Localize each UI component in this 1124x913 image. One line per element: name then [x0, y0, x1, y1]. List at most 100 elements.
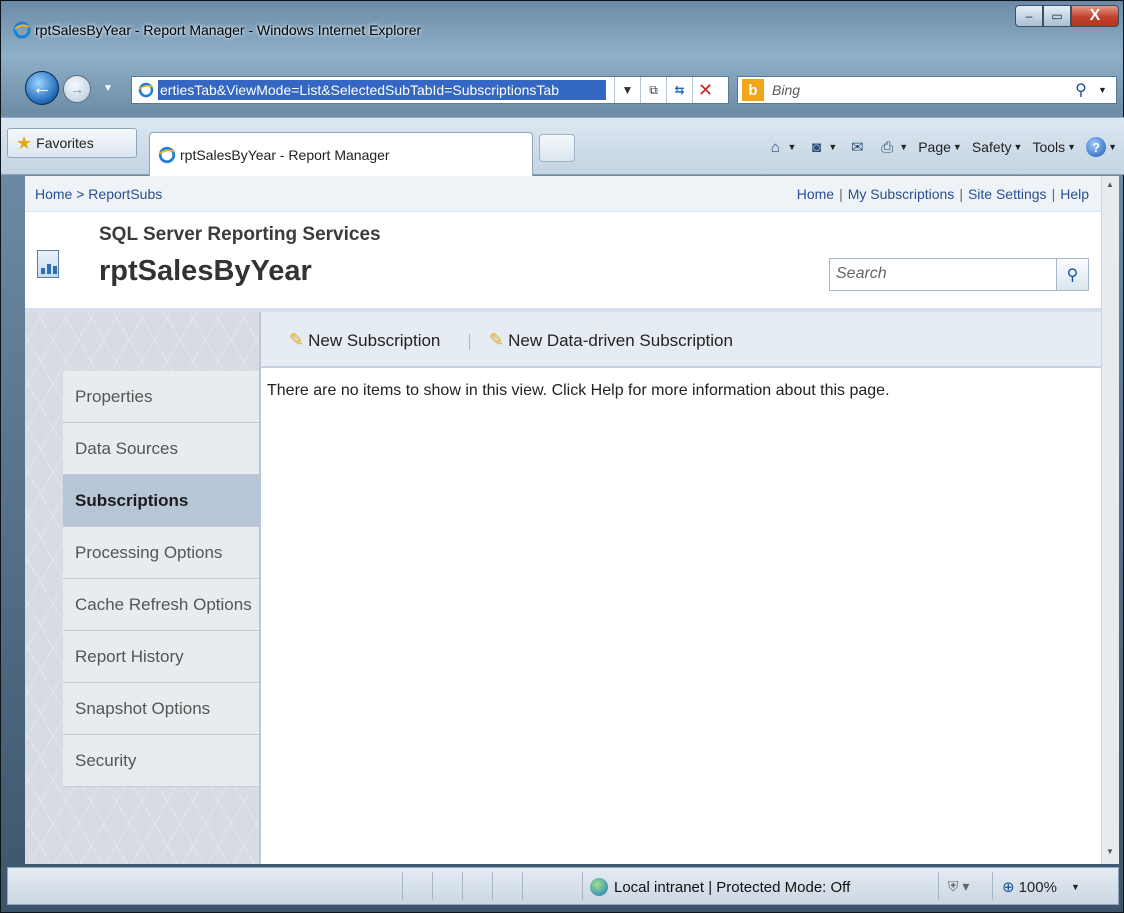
empty-view-message: There are no items to show in this view.…	[267, 382, 890, 399]
nav-item-cache-refresh-options[interactable]: Cache Refresh Options	[63, 579, 259, 631]
zoom-control[interactable]: ⊕ 100% ▼	[1002, 878, 1080, 897]
compatibility-icon: ⧉	[649, 82, 658, 97]
favorites-button[interactable]: ★ Favorites	[7, 128, 137, 158]
my-subscriptions-link[interactable]: My Subscriptions	[848, 186, 955, 202]
home-link[interactable]: Home	[797, 186, 834, 202]
nav-item-snapshot-options[interactable]: Snapshot Options	[63, 683, 259, 735]
intranet-globe-icon	[590, 878, 608, 896]
back-arrow-icon: ←	[32, 76, 52, 99]
vertical-scrollbar[interactable]: ▲ ▼	[1101, 176, 1119, 864]
new-data-driven-subscription-label: New Data-driven Subscription	[508, 330, 733, 350]
browser-window: rptSalesByYear - Report Manager - Window…	[0, 0, 1124, 913]
status-bar: Local intranet | Protected Mode: Off ⛨ ▾…	[7, 867, 1119, 905]
stop-button[interactable]: ✕	[692, 77, 718, 103]
bing-logo-icon: b	[742, 79, 764, 101]
nav-item-data-sources[interactable]: Data Sources	[63, 423, 259, 475]
zoom-level: 100%	[1018, 878, 1057, 896]
nav-item-report-history[interactable]: Report History	[63, 631, 259, 683]
feeds-button[interactable]: ◙ ▼	[804, 137, 839, 157]
home-button[interactable]: ⌂ ▼	[763, 137, 798, 157]
safety-menu-label: Safety	[971, 139, 1012, 155]
address-bar[interactable]: ertiesTab&ViewMode=List&SelectedSubTabId…	[131, 76, 729, 104]
forward-button[interactable]: →	[63, 75, 91, 103]
url-text[interactable]: ertiesTab&ViewMode=List&SelectedSubTabId…	[158, 80, 606, 100]
report-search: Search ⚲	[829, 258, 1089, 291]
status-separator	[432, 872, 433, 900]
zoom-icon: ⊕	[1002, 879, 1015, 896]
status-separator	[522, 872, 523, 900]
toolbar-separator	[469, 334, 470, 350]
nav-item-processing-options[interactable]: Processing Options	[63, 527, 259, 579]
tab-title: rptSalesByYear - Report Manager	[180, 146, 390, 163]
help-link[interactable]: Help	[1060, 186, 1089, 202]
breadcrumb[interactable]: Home > ReportSubs	[35, 186, 162, 202]
main-content: ✎ New Subscription ✎ New Data-driven Sub…	[259, 312, 1101, 864]
rss-feed-icon: ◙	[811, 138, 821, 156]
web-search-box[interactable]: b Bing ⚲ ▼	[737, 76, 1117, 104]
tools-menu[interactable]: Tools ▼	[1030, 139, 1078, 155]
tab-favicon-icon	[158, 146, 176, 163]
app-name: SQL Server Reporting Services	[99, 224, 381, 245]
subscription-toolbar: ✎ New Subscription ✎ New Data-driven Sub…	[261, 312, 1101, 368]
scroll-down-arrow-icon[interactable]: ▼	[1106, 847, 1114, 856]
refresh-icon: ⇆	[674, 83, 685, 97]
new-subscription-label: New Subscription	[308, 330, 441, 350]
favorites-label: Favorites	[36, 135, 94, 151]
search-icon[interactable]: ⚲	[1064, 80, 1098, 100]
search-provider-label[interactable]: Bing	[772, 82, 1064, 98]
status-separator	[938, 872, 939, 900]
new-data-driven-subscription-button[interactable]: ✎ New Data-driven Subscription	[489, 330, 733, 351]
page-favicon-icon	[138, 82, 154, 98]
print-button[interactable]: ⎙ ▼	[875, 137, 910, 157]
search-input[interactable]: Search	[829, 258, 1057, 291]
search-options-dropdown[interactable]: ▼	[1098, 85, 1116, 95]
search-icon: ⚲	[1066, 266, 1079, 284]
minimize-button[interactable]: –	[1015, 5, 1043, 27]
nav-item-subscriptions[interactable]: Subscriptions	[63, 475, 259, 527]
address-bar-actions: ▼ ⧉ ⇆ ✕	[614, 77, 718, 103]
favorites-star-icon: ★	[16, 132, 33, 153]
refresh-button[interactable]: ⇆	[666, 77, 692, 103]
status-separator	[462, 872, 463, 900]
status-separator	[582, 872, 583, 900]
status-separator	[402, 872, 403, 900]
read-mail-button[interactable]: ✉	[845, 137, 869, 157]
maximize-button[interactable]: ▭	[1043, 5, 1071, 27]
window-title: rptSalesByYear - Report Manager - Window…	[35, 22, 422, 38]
scroll-up-arrow-icon[interactable]: ▲	[1106, 180, 1114, 189]
security-zone-label: Local intranet | Protected Mode: Off	[614, 878, 851, 896]
new-tab-button[interactable]	[539, 134, 575, 162]
new-subscription-button[interactable]: ✎ New Subscription	[289, 330, 440, 351]
search-button[interactable]: ⚲	[1057, 258, 1089, 291]
favorites-bar: ★ Favorites rptSalesByYear - Report Mana…	[1, 117, 1124, 176]
forward-arrow-icon: →	[70, 81, 84, 97]
page-menu[interactable]: Page ▼	[916, 139, 964, 155]
compatibility-view-button[interactable]: ⧉	[640, 77, 666, 103]
help-icon: ?	[1086, 137, 1107, 157]
status-separator	[992, 872, 993, 900]
close-button[interactable]: X	[1071, 5, 1119, 27]
security-zone[interactable]: Local intranet | Protected Mode: Off	[590, 878, 850, 896]
title-bar: rptSalesByYear - Report Manager - Window…	[1, 1, 1124, 61]
browser-tab-active[interactable]: rptSalesByYear - Report Manager	[149, 132, 533, 176]
nav-item-security[interactable]: Security	[63, 735, 259, 787]
report-header: SQL Server Reporting Services rptSalesBy…	[25, 212, 1101, 312]
recent-pages-dropdown[interactable]: ▼	[103, 83, 113, 94]
address-row: ← → ▼ ertiesTab&ViewMode=List&SelectedSu…	[1, 61, 1124, 117]
site-settings-link[interactable]: Site Settings	[968, 186, 1047, 202]
breadcrumb-bar: Home > ReportSubs Home | My Subscriptions |…	[25, 176, 1101, 212]
left-navigation: Properties Data Sources Subscriptions Pr…	[25, 312, 259, 864]
protected-mode-icon[interactable]: ⛨ ▾	[948, 878, 969, 895]
status-separator	[492, 872, 493, 900]
address-dropdown-button[interactable]: ▼	[614, 77, 640, 103]
global-links: Home | My Subscriptions | Site Settings | Help	[796, 186, 1089, 202]
window-controls: – ▭ X	[1015, 5, 1119, 29]
page-menu-label: Page	[918, 139, 951, 155]
safety-menu[interactable]: Safety ▼	[970, 139, 1025, 155]
help-menu[interactable]: ? ▼	[1084, 137, 1119, 157]
command-bar: ⌂ ▼ ◙ ▼ ✉ ⎙ ▼ Page ▼ Safety ▼ Tools ▼ ? ▼	[763, 134, 1119, 160]
printer-icon: ⎙	[881, 138, 894, 156]
nav-item-properties[interactable]: Properties	[63, 371, 259, 423]
mail-icon: ✉	[851, 139, 864, 156]
back-button[interactable]: ←	[25, 71, 59, 105]
